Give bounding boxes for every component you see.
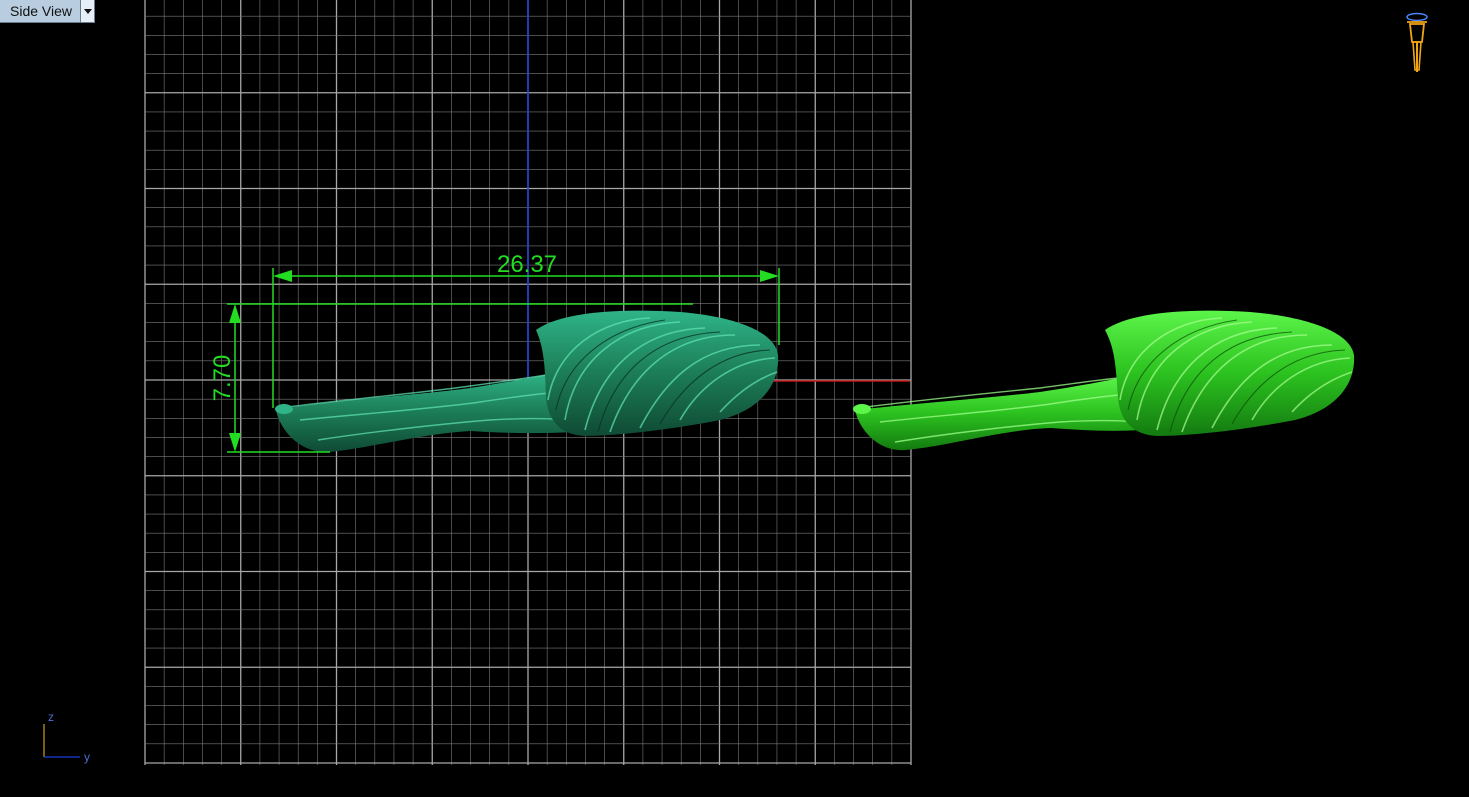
view-name-label[interactable]: Side View [0,0,80,22]
axis-triad: z y [43,710,90,764]
side-view-viewport[interactable]: 26.37 7.70 z y Side View [0,0,1469,797]
width-dimension-label: 26.37 [497,251,557,278]
ring-model-selected[interactable] [275,310,779,453]
y-axis-label: y [84,750,90,764]
chevron-down-icon[interactable] [80,0,95,22]
height-dimension-label: 7.70 [209,355,236,402]
scene-canvas[interactable]: 26.37 7.70 z y [0,0,1469,797]
camera-icon[interactable] [1406,12,1428,73]
z-axis-label: z [48,710,54,724]
ring-model-copy[interactable] [853,310,1355,451]
view-name-tab[interactable]: Side View [0,0,96,23]
